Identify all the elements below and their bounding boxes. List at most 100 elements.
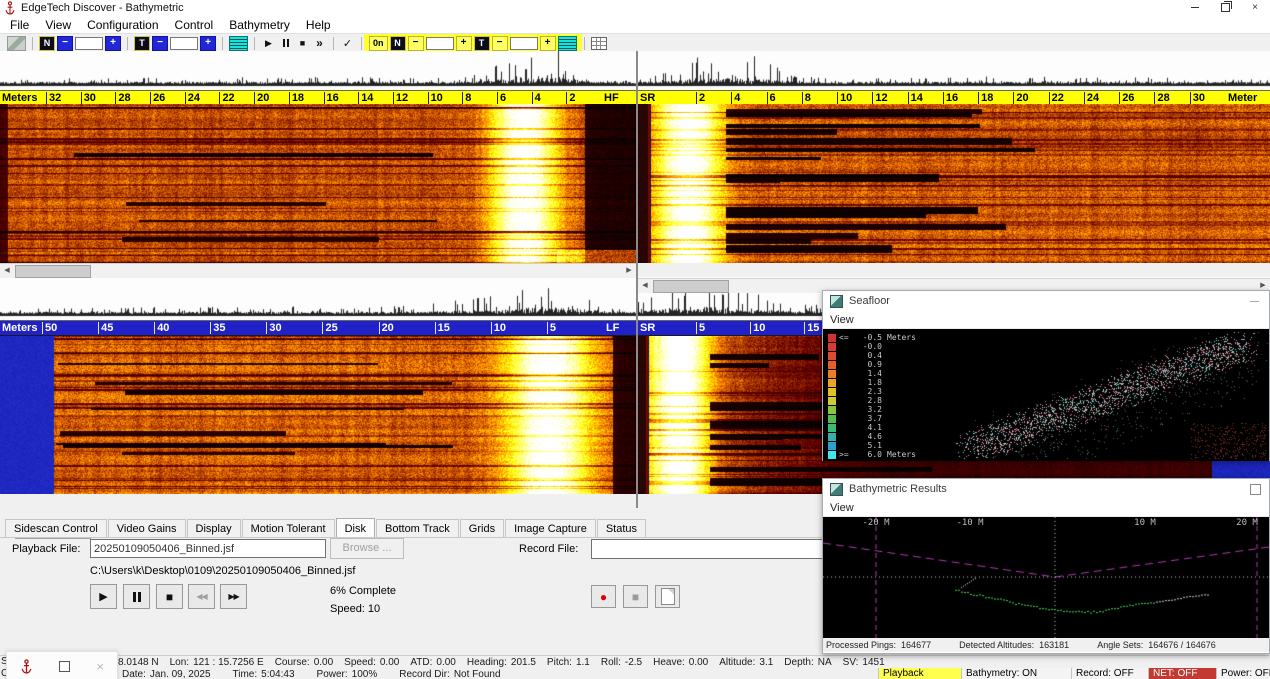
ruler-tick: 24 xyxy=(185,92,220,104)
t-minus-button-2[interactable]: − xyxy=(492,36,508,51)
stop-button[interactable]: ■ xyxy=(156,584,183,609)
nav-value: 8.0148 N xyxy=(118,657,159,668)
indicator-record: Record: OFF xyxy=(1071,668,1148,679)
seafloor-minimize-button[interactable] xyxy=(1250,301,1259,302)
legend-row: 1.8 xyxy=(823,378,916,387)
gains-icon-1[interactable] xyxy=(229,36,248,51)
toolbar-play-button[interactable]: ▶ xyxy=(261,36,276,50)
nav-value: 0.00 xyxy=(380,657,399,668)
app-titlebar[interactable]: EdgeTech Discover - Bathymetric × xyxy=(0,0,1270,16)
hf-port-scrollbar[interactable]: ◀ ▶ xyxy=(0,263,636,278)
confirm-button[interactable]: ✓ xyxy=(340,36,355,50)
ruler-tick: 16 xyxy=(943,92,978,104)
info-label: Time: xyxy=(233,669,258,679)
bathy-view-menu[interactable]: View xyxy=(830,502,854,514)
toolbar-skip-button[interactable]: » xyxy=(312,36,327,50)
ruler-tick: 6 xyxy=(767,92,802,104)
nav-status-row: 8.0148 NLon:121 : 15.7256 ECourse:0.00Sp… xyxy=(118,657,896,668)
tab-display[interactable]: Display xyxy=(187,519,241,538)
scroll-left-arrow[interactable]: ◀ xyxy=(638,280,652,292)
ruler-tick: 50 xyxy=(42,322,98,334)
gains-icon-2[interactable] xyxy=(558,36,577,51)
mini-close-button[interactable]: × xyxy=(96,660,104,673)
sonar-waterfall-hf-port xyxy=(0,104,636,263)
seafloor-titlebar[interactable]: Seafloor xyxy=(823,291,1269,311)
mini-restore-button[interactable] xyxy=(59,661,70,672)
ruler-tick: 16 xyxy=(324,92,359,104)
tab-motion-tolerant[interactable]: Motion Tolerant xyxy=(242,519,335,538)
bathy-maximize-button[interactable] xyxy=(1250,484,1261,495)
ruler-tick: 28 xyxy=(1154,92,1189,104)
tab-sidescan-control[interactable]: Sidescan Control xyxy=(5,519,107,538)
bathy-axis-label: -20 M xyxy=(862,518,889,528)
legend-row: 2.3 xyxy=(823,387,916,396)
t-value-input-2[interactable] xyxy=(510,37,538,50)
seafloor-view-menu[interactable]: View xyxy=(830,314,854,326)
toolbar-pause-button[interactable] xyxy=(278,36,293,50)
legend-value: 0.9 xyxy=(854,360,882,369)
image-tool-button[interactable] xyxy=(7,36,26,51)
record-button[interactable]: ● xyxy=(591,585,616,608)
legend-row: 2.8 xyxy=(823,396,916,405)
t-minus-button-1[interactable]: − xyxy=(152,36,168,51)
n-value-input-1[interactable] xyxy=(75,37,103,50)
bathy-title: Bathymetric Results xyxy=(849,483,947,495)
legend-swatch xyxy=(828,370,836,378)
tab-grids[interactable]: Grids xyxy=(460,519,504,538)
ruler-tick: 14 xyxy=(358,92,393,104)
legend-row: 4.1 xyxy=(823,423,916,432)
nav-label: SV: xyxy=(843,657,859,668)
t-plus-button-2[interactable]: + xyxy=(540,36,556,51)
scroll-thumb[interactable] xyxy=(653,280,729,293)
status-indicators: PlaybackBathymetry: ONRecord: OFFNET: OF… xyxy=(878,668,1270,679)
scroll-thumb[interactable] xyxy=(15,265,91,278)
scroll-left-arrow[interactable]: ◀ xyxy=(0,265,14,277)
playback-file-input[interactable] xyxy=(90,539,326,558)
taskbar-mini-window[interactable]: × xyxy=(6,651,118,679)
fast-forward-button[interactable]: ▶▶ xyxy=(220,584,247,609)
rewind-button[interactable]: ◀◀ xyxy=(188,584,215,609)
on-button[interactable]: 0n xyxy=(369,36,388,51)
info-value: 5:04:43 xyxy=(261,669,294,679)
new-file-button[interactable] xyxy=(655,585,680,608)
bathy-stat-value: 164677 xyxy=(901,640,931,650)
browse-button[interactable]: Browse ... xyxy=(330,538,404,559)
tab-disk[interactable]: Disk xyxy=(336,518,375,538)
page-icon xyxy=(661,588,675,605)
scroll-right-arrow[interactable]: ▶ xyxy=(622,265,636,277)
pause-button[interactable] xyxy=(123,584,150,609)
restore-button[interactable] xyxy=(1210,0,1240,16)
menu-item-configuration[interactable]: Configuration xyxy=(79,18,166,32)
ruler-tick: 5 xyxy=(696,322,750,334)
n-value-input-2[interactable] xyxy=(426,37,454,50)
tab-video-gains[interactable]: Video Gains xyxy=(108,519,186,538)
record-stop-button[interactable]: ■ xyxy=(623,585,648,608)
n-minus-button-2[interactable]: − xyxy=(408,36,424,51)
legend-swatch xyxy=(828,424,836,432)
close-button[interactable]: × xyxy=(1240,0,1270,16)
play-button[interactable]: ▶ xyxy=(90,584,117,609)
n-plus-button-1[interactable]: + xyxy=(105,36,121,51)
t-plus-button-1[interactable]: + xyxy=(200,36,216,51)
ruler-left-label: SR xyxy=(638,322,696,334)
menu-item-help[interactable]: Help xyxy=(298,18,339,32)
menu-item-control[interactable]: Control xyxy=(167,18,222,32)
grid-tool-button[interactable] xyxy=(591,37,607,50)
toolbar-stop-button[interactable]: ■ xyxy=(295,36,310,50)
n-plus-button-2[interactable]: + xyxy=(456,36,472,51)
bathy-stat-label: Angle Sets: xyxy=(1097,640,1143,650)
tab-bottom-track[interactable]: Bottom Track xyxy=(376,519,459,538)
t-gain-chip-1: T xyxy=(134,36,150,51)
tab-image-capture[interactable]: Image Capture xyxy=(505,519,596,538)
bathy-titlebar[interactable]: Bathymetric Results xyxy=(823,479,1269,499)
t-value-input-1[interactable] xyxy=(170,37,198,50)
menu-item-bathymetry[interactable]: Bathymetry xyxy=(221,18,298,32)
nav-value: 121 : 15.7256 E xyxy=(193,657,264,668)
menu-item-file[interactable]: File xyxy=(2,18,37,32)
menu-item-view[interactable]: View xyxy=(37,18,79,32)
n-minus-button-1[interactable]: − xyxy=(57,36,73,51)
legend-swatch xyxy=(828,343,836,351)
tab-status[interactable]: Status xyxy=(597,519,646,538)
nav-value: -2.5 xyxy=(625,657,642,668)
minimize-button[interactable] xyxy=(1180,0,1210,16)
